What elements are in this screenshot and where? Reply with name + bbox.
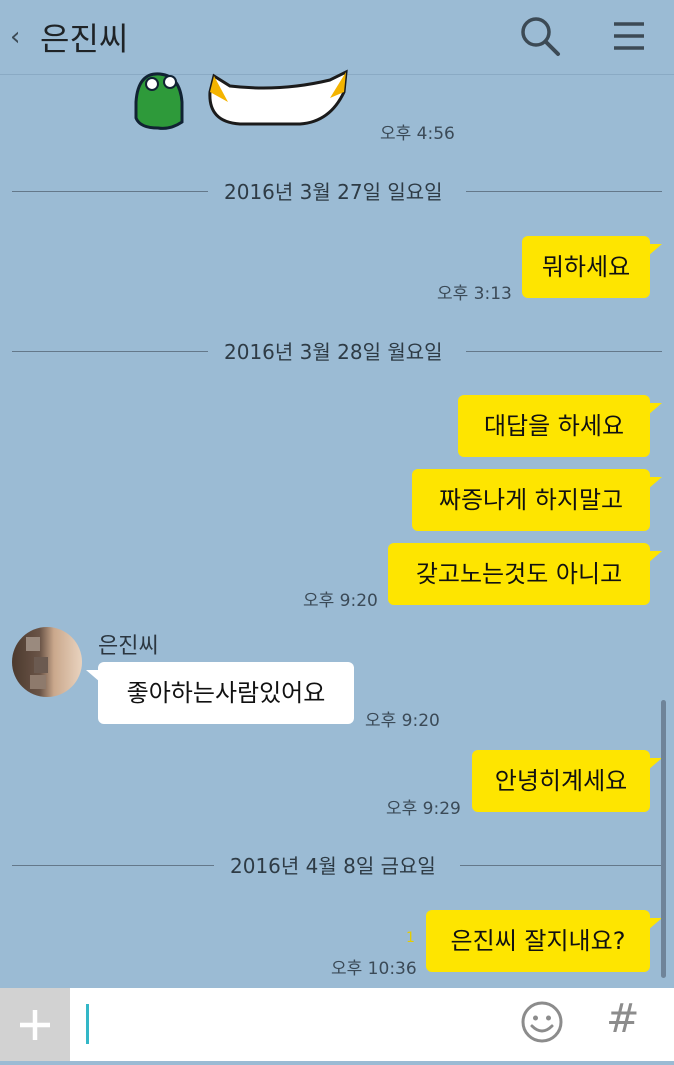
message-time: 오후 4:56 [380,124,455,144]
sticker-image[interactable] [130,62,360,132]
plus-icon [20,1010,50,1040]
chat-title: 은진씨 [40,20,129,58]
hashtag-button[interactable]: # [606,996,640,1042]
date-separator: 2016년 3월 28일 월요일 [12,336,662,366]
message-time: 오후 9:29 [386,799,461,819]
sender-name: 은진씨 [98,634,159,659]
chevron-left-icon[interactable]: ‹ [10,22,20,52]
message-time: 오후 3:13 [437,284,512,304]
my-message-bubble[interactable]: 뭐하세요 [522,236,662,298]
message-time: 오후 9:20 [303,591,378,611]
message-time: 오후 9:20 [365,711,440,731]
scrollbar[interactable] [661,700,666,978]
my-message-bubble[interactable]: 대답을 하세요 [458,395,662,457]
date-label: 2016년 3월 27일 일요일 [224,180,443,204]
message-time: 오후 10:36 [331,959,417,979]
plus-button[interactable] [0,988,70,1061]
date-separator: 2016년 3월 27일 일요일 [12,176,662,206]
date-label: 2016년 3월 28일 월요일 [224,340,443,364]
date-separator: 2016년 4월 8일 금요일 [12,850,662,880]
avatar[interactable] [12,627,82,697]
my-message-bubble[interactable]: 짜증나게 하지말고 [412,469,662,531]
date-label: 2016년 4월 8일 금요일 [230,854,436,878]
my-message-bubble[interactable]: 갖고노는것도 아니고 [388,543,662,605]
message-input-bar: # [0,988,674,1061]
menu-icon[interactable] [610,16,648,56]
my-message-bubble[interactable]: 은진씨 잘지내요? [426,910,662,972]
smiley-icon[interactable] [520,1000,564,1044]
search-icon[interactable] [518,14,562,58]
my-message-bubble[interactable]: 안녕히계세요 [472,750,662,812]
incoming-message-bubble[interactable]: 좋아하는사람있어요 [86,662,354,724]
message-input[interactable] [86,1004,89,1044]
unread-count: 1 [406,930,415,946]
